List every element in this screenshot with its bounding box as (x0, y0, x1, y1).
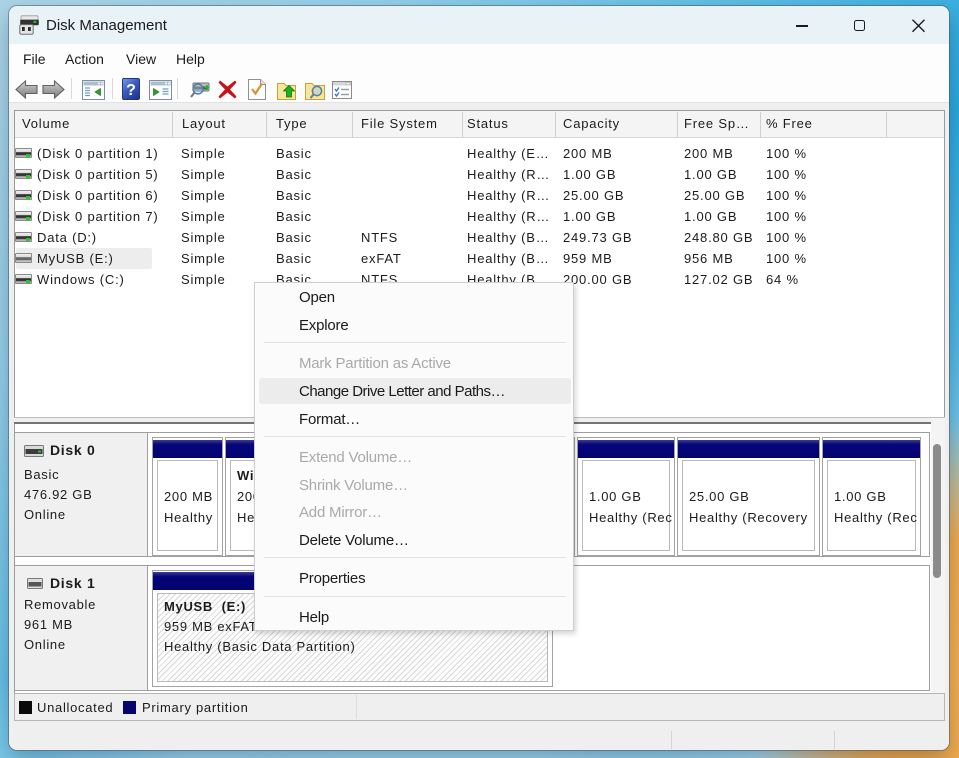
svg-text:?: ? (126, 82, 136, 99)
